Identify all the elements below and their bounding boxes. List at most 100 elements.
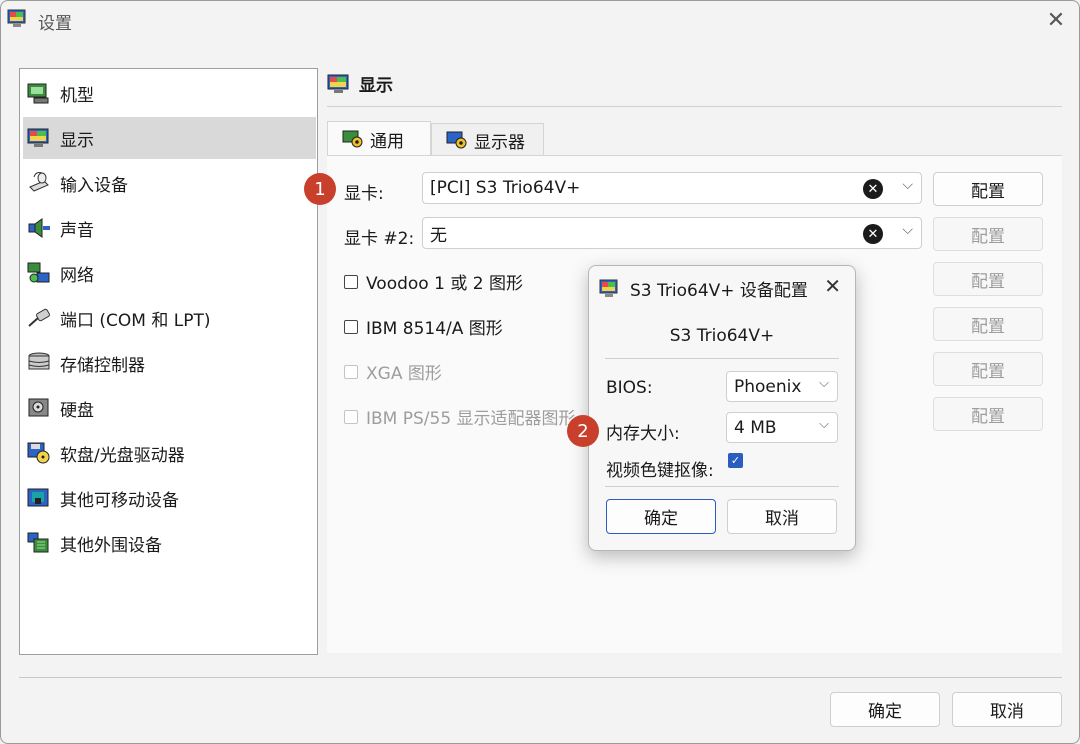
ibm8514-checkbox-row[interactable]: IBM 8514/A 图形 (344, 314, 503, 339)
xga-configure-button[interactable]: 配置 (933, 352, 1043, 386)
voodoo-checkbox-row[interactable]: Voodoo 1 或 2 图形 (344, 269, 523, 294)
sidebar-item-input-devices[interactable]: 输入设备 (23, 162, 316, 204)
close-icon[interactable]: ✕ (1041, 7, 1071, 33)
sidebar-item-label: 机型 (60, 85, 94, 106)
machine-icon (27, 83, 49, 104)
sidebar-item-machine[interactable]: 机型 (23, 72, 316, 114)
sidebar-item-label: 硬盘 (60, 400, 94, 421)
sidebar-item-label: 存储控制器 (60, 355, 145, 376)
dialog-device-name: S3 Trio64V+ (669, 326, 775, 346)
tab-label: 显示器 (474, 132, 525, 153)
sidebar-item-storage-controllers[interactable]: 存储控制器 (23, 342, 316, 384)
window-title: 设置 (38, 14, 72, 34)
sidebar-item-label: 网络 (60, 265, 94, 286)
dialog-ok-button[interactable]: 确定 (606, 499, 716, 534)
video-card-select[interactable]: [PCI] S3 Trio64V+ ✕ ⌵ (422, 172, 922, 204)
gear-display-icon (446, 131, 467, 149)
chevron-down-icon: ⌵ (902, 177, 913, 193)
close-icon[interactable]: ✕ (824, 274, 841, 298)
dialog-cancel-button[interactable]: 取消 (727, 499, 837, 534)
ibm8514-label: IBM 8514/A 图形 (366, 319, 503, 339)
app-icon (7, 9, 26, 27)
section-title-text: 显示 (359, 76, 393, 96)
xga-checkbox-row: XGA 图形 (344, 359, 442, 384)
tab-monitor[interactable]: 显示器 (431, 123, 544, 156)
dialog-title: S3 Trio64V+ 设备配置 (630, 281, 808, 301)
sidebar-item-label: 声音 (60, 220, 94, 241)
floppy-cdrom-icon (27, 442, 50, 464)
voodoo-label: Voodoo 1 或 2 图形 (366, 274, 523, 294)
bios-value: Phoenix (734, 376, 802, 397)
sidebar-item-removable-devices[interactable]: 其他可移动设备 (23, 477, 316, 519)
divider (605, 358, 839, 359)
memory-size-value: 4 MB (734, 417, 777, 438)
hard-disk-icon (28, 398, 49, 417)
network-icon (27, 262, 50, 283)
peripheral-icon (27, 532, 49, 553)
callout-marker-2: 2 (567, 415, 599, 447)
voodoo-configure-button[interactable]: 配置 (933, 262, 1043, 296)
divider (605, 486, 839, 487)
bios-label: BIOS: (606, 378, 653, 398)
ok-button[interactable]: 确定 (830, 692, 940, 727)
storage-controller-icon (28, 352, 50, 370)
dialog-title-bar: S3 Trio64V+ 设备配置 (599, 276, 808, 301)
divider (327, 106, 1062, 107)
section-title: 显示 (327, 71, 393, 96)
tab-general[interactable]: 通用 (327, 121, 431, 156)
title-bar: 设置 ✕ (1, 1, 1079, 39)
app-icon (599, 279, 618, 297)
ps55-configure-button[interactable]: 配置 (933, 397, 1043, 431)
xga-checkbox (344, 364, 358, 379)
sidebar-item-label: 软盘/光盘驱动器 (60, 445, 185, 466)
chevron-down-icon: ⌵ (902, 222, 913, 238)
ibm8514-checkbox[interactable] (344, 319, 358, 334)
video-card2-value: 无 (430, 225, 447, 246)
settings-window: 设置 ✕ 机型 显示 输入设备 声音 网络 端口 (COM 和 LPT) 存储控… (0, 0, 1080, 744)
sidebar-item-display[interactable]: 显示 (23, 117, 316, 159)
ps55-checkbox-row: IBM PS/55 显示适配器图形 (344, 404, 576, 429)
gear-display-icon (342, 130, 363, 148)
speaker-icon (28, 218, 50, 238)
ibm8514-configure-button[interactable]: 配置 (933, 307, 1043, 341)
divider (19, 677, 1062, 678)
category-sidebar: 机型 显示 输入设备 声音 网络 端口 (COM 和 LPT) 存储控制器 硬盘… (19, 68, 318, 655)
memory-size-label: 内存大小: (606, 424, 680, 444)
sidebar-item-ports[interactable]: 端口 (COM 和 LPT) (23, 297, 316, 339)
sidebar-item-floppy-cdrom[interactable]: 软盘/光盘驱动器 (23, 432, 316, 474)
clear-icon[interactable]: ✕ (863, 224, 883, 244)
sidebar-item-sound[interactable]: 声音 (23, 207, 316, 249)
chevron-down-icon: ⌵ (819, 417, 829, 432)
sidebar-item-label: 端口 (COM 和 LPT) (60, 310, 211, 331)
ps55-label: IBM PS/55 显示适配器图形 (366, 409, 576, 429)
callout-marker-1: 1 (304, 173, 336, 205)
cancel-button[interactable]: 取消 (952, 692, 1062, 727)
chroma-key-label: 视频色键抠像: (606, 461, 714, 481)
chevron-down-icon: ⌵ (819, 376, 829, 391)
video-card-value: [PCI] S3 Trio64V+ (430, 178, 581, 198)
sidebar-item-label: 输入设备 (60, 175, 128, 196)
device-config-dialog: S3 Trio64V+ 设备配置 ✕ S3 Trio64V+ BIOS: Pho… (588, 265, 856, 551)
video-card-configure-button[interactable]: 配置 (933, 172, 1043, 206)
sidebar-item-network[interactable]: 网络 (23, 252, 316, 294)
sidebar-item-other-peripherals[interactable]: 其他外围设备 (23, 522, 316, 564)
bios-select[interactable]: Phoenix ⌵ (726, 371, 838, 402)
sidebar-item-hard-disks[interactable]: 硬盘 (23, 387, 316, 429)
chroma-key-checkbox[interactable]: ✓ (728, 453, 743, 468)
display-icon (327, 74, 349, 93)
clear-icon[interactable]: ✕ (863, 179, 883, 199)
video-card2-select[interactable]: 无 ✕ ⌵ (422, 217, 922, 249)
video-card-label: 显卡: (344, 184, 384, 204)
sidebar-item-label: 显示 (60, 130, 94, 151)
tab-label: 通用 (370, 131, 404, 152)
voodoo-checkbox[interactable] (344, 274, 358, 289)
sidebar-item-label: 其他可移动设备 (60, 490, 179, 511)
display-icon (27, 128, 49, 147)
input-device-icon (29, 172, 49, 192)
removable-device-icon (27, 488, 49, 507)
memory-size-select[interactable]: 4 MB ⌵ (726, 412, 838, 443)
ps55-checkbox (344, 409, 358, 424)
video-card2-configure-button[interactable]: 配置 (933, 217, 1043, 251)
xga-label: XGA 图形 (366, 364, 442, 384)
video-card2-label: 显卡 #2: (344, 229, 415, 249)
